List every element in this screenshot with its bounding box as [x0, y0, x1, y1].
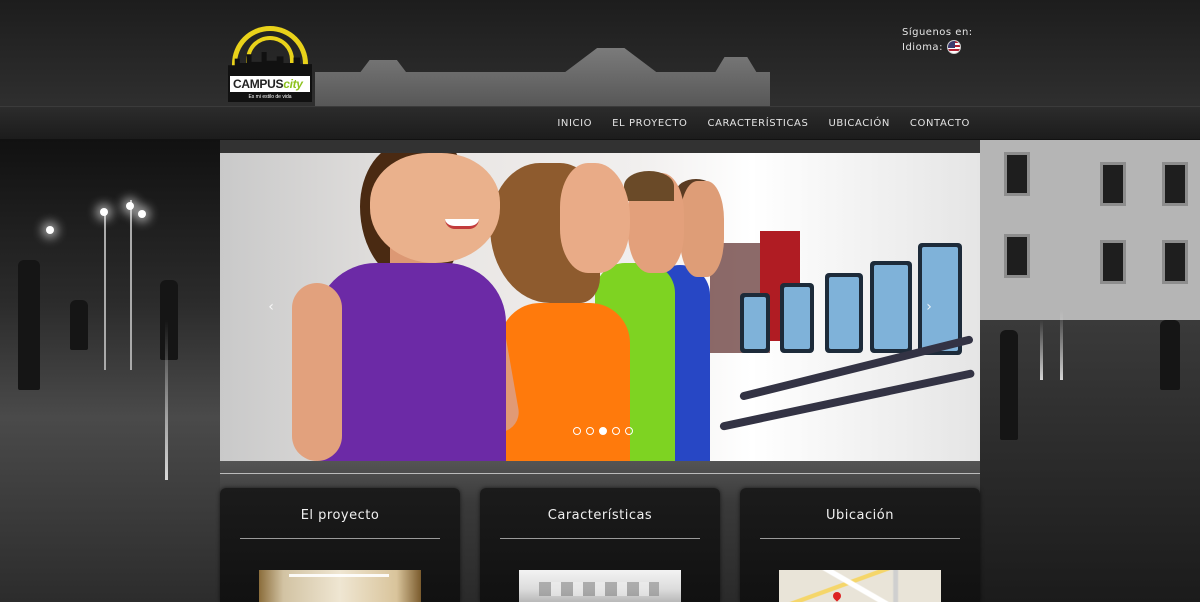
- main-nav: INICIO EL PROYECTO CARACTERÍSTICAS UBICA…: [557, 107, 970, 141]
- card-thumbnail-room[interactable]: [519, 570, 681, 602]
- card-rule: [500, 538, 700, 539]
- campuscity-logo[interactable]: CAMPUScity Es mi estilo de vida: [228, 24, 312, 102]
- slider-dot[interactable]: [612, 427, 620, 435]
- card-rule: [240, 538, 440, 539]
- treadmill-screen: [825, 273, 863, 353]
- background-building-right: [980, 140, 1200, 320]
- logo-wordmark: CAMPUScity Es mi estilo de vida: [228, 74, 312, 102]
- chevron-right-icon[interactable]: ›: [922, 299, 936, 315]
- runner-orange: [500, 303, 630, 461]
- card-rule: [760, 538, 960, 539]
- slider-pagination: [573, 427, 633, 435]
- treadmill-screen: [870, 261, 912, 353]
- chevron-left-icon[interactable]: ‹: [264, 299, 278, 315]
- nav-item-caracteristicas[interactable]: CARACTERÍSTICAS: [708, 107, 809, 141]
- language-row: Idioma:: [902, 40, 973, 55]
- background-street-right: [980, 310, 1200, 602]
- social-label: Síguenos en:: [902, 27, 973, 38]
- us-flag-icon[interactable]: [946, 40, 961, 54]
- treadmill-screen: [780, 283, 814, 353]
- background-street-left: [0, 140, 220, 602]
- content-divider: [220, 473, 980, 474]
- card-thumbnail-map[interactable]: [779, 570, 941, 602]
- slider-dot[interactable]: [573, 427, 581, 435]
- logo-tagline: Es mi estilo de vida: [230, 92, 310, 102]
- slider-dot-active[interactable]: [599, 427, 607, 435]
- nav-item-ubicacion[interactable]: UBICACIÓN: [828, 107, 889, 141]
- nav-item-el-proyecto[interactable]: EL PROYECTO: [612, 107, 687, 141]
- logo-name: CAMPUScity: [233, 77, 303, 91]
- treadmill-screen: [740, 293, 770, 353]
- nav-item-inicio[interactable]: INICIO: [557, 107, 592, 141]
- main-nav-bar: INICIO EL PROYECTO CARACTERÍSTICAS UBICA…: [0, 106, 1200, 140]
- social-language-block: Síguenos en: Idioma:: [902, 25, 973, 55]
- card-title: El proyecto: [300, 508, 380, 523]
- language-label: Idioma:: [902, 42, 943, 53]
- card-title: Ubicación: [826, 508, 894, 523]
- slider-dot[interactable]: [625, 427, 633, 435]
- nav-item-contacto[interactable]: CONTACTO: [910, 107, 970, 141]
- runner-purple: [316, 263, 506, 461]
- slider-dot[interactable]: [586, 427, 594, 435]
- card-thumbnail-interior[interactable]: [259, 570, 421, 602]
- card-caracteristicas[interactable]: Características: [480, 488, 720, 602]
- site-header: CAMPUScity Es mi estilo de vida Síguenos…: [0, 0, 1200, 106]
- card-ubicacion[interactable]: Ubicación: [740, 488, 980, 602]
- card-title: Características: [547, 508, 653, 523]
- card-el-proyecto[interactable]: El proyecto: [220, 488, 460, 602]
- hero-slider: ‹ ›: [220, 153, 980, 461]
